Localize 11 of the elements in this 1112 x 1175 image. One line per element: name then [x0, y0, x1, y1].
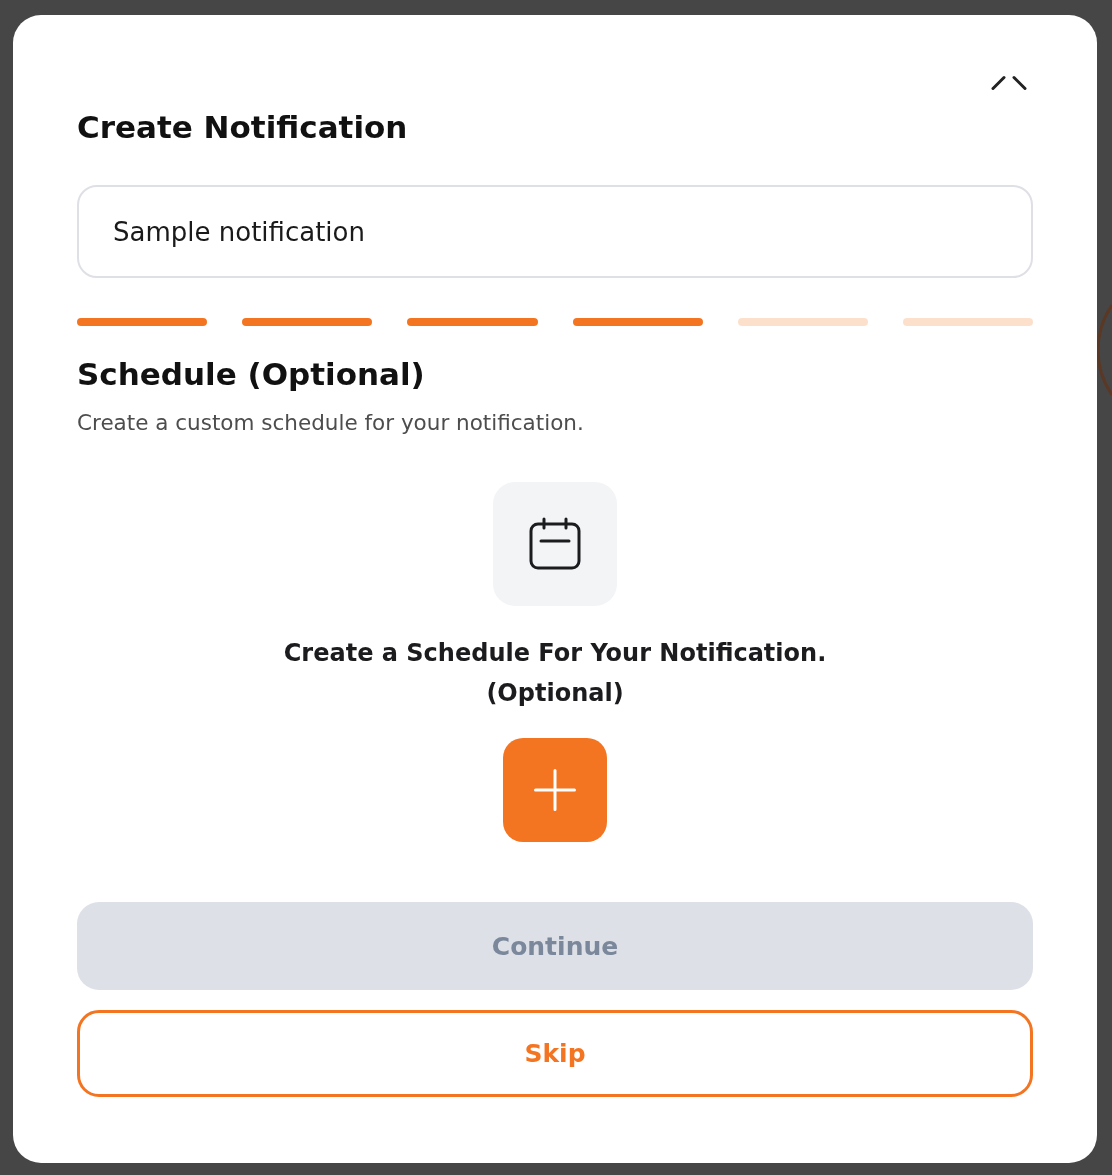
plus-icon[interactable] — [534, 769, 576, 811]
section-title: Schedule (Optional) — [77, 355, 426, 394]
close-button[interactable] — [990, 75, 1028, 90]
section-description: Create a custom schedule for your notification. — [77, 409, 585, 437]
input-field[interactable]: Sample notification — [77, 185, 1033, 278]
add-button[interactable] — [503, 738, 607, 842]
ring-icon — [1097, 303, 1112, 397]
dialog-title: Create Notification — [77, 108, 409, 147]
calendar-icon — [493, 482, 617, 606]
empty-state-message: Create a Schedule For Your Notification. (Optional) — [282, 638, 828, 709]
skip-button[interactable]: Skip — [77, 1010, 1033, 1097]
